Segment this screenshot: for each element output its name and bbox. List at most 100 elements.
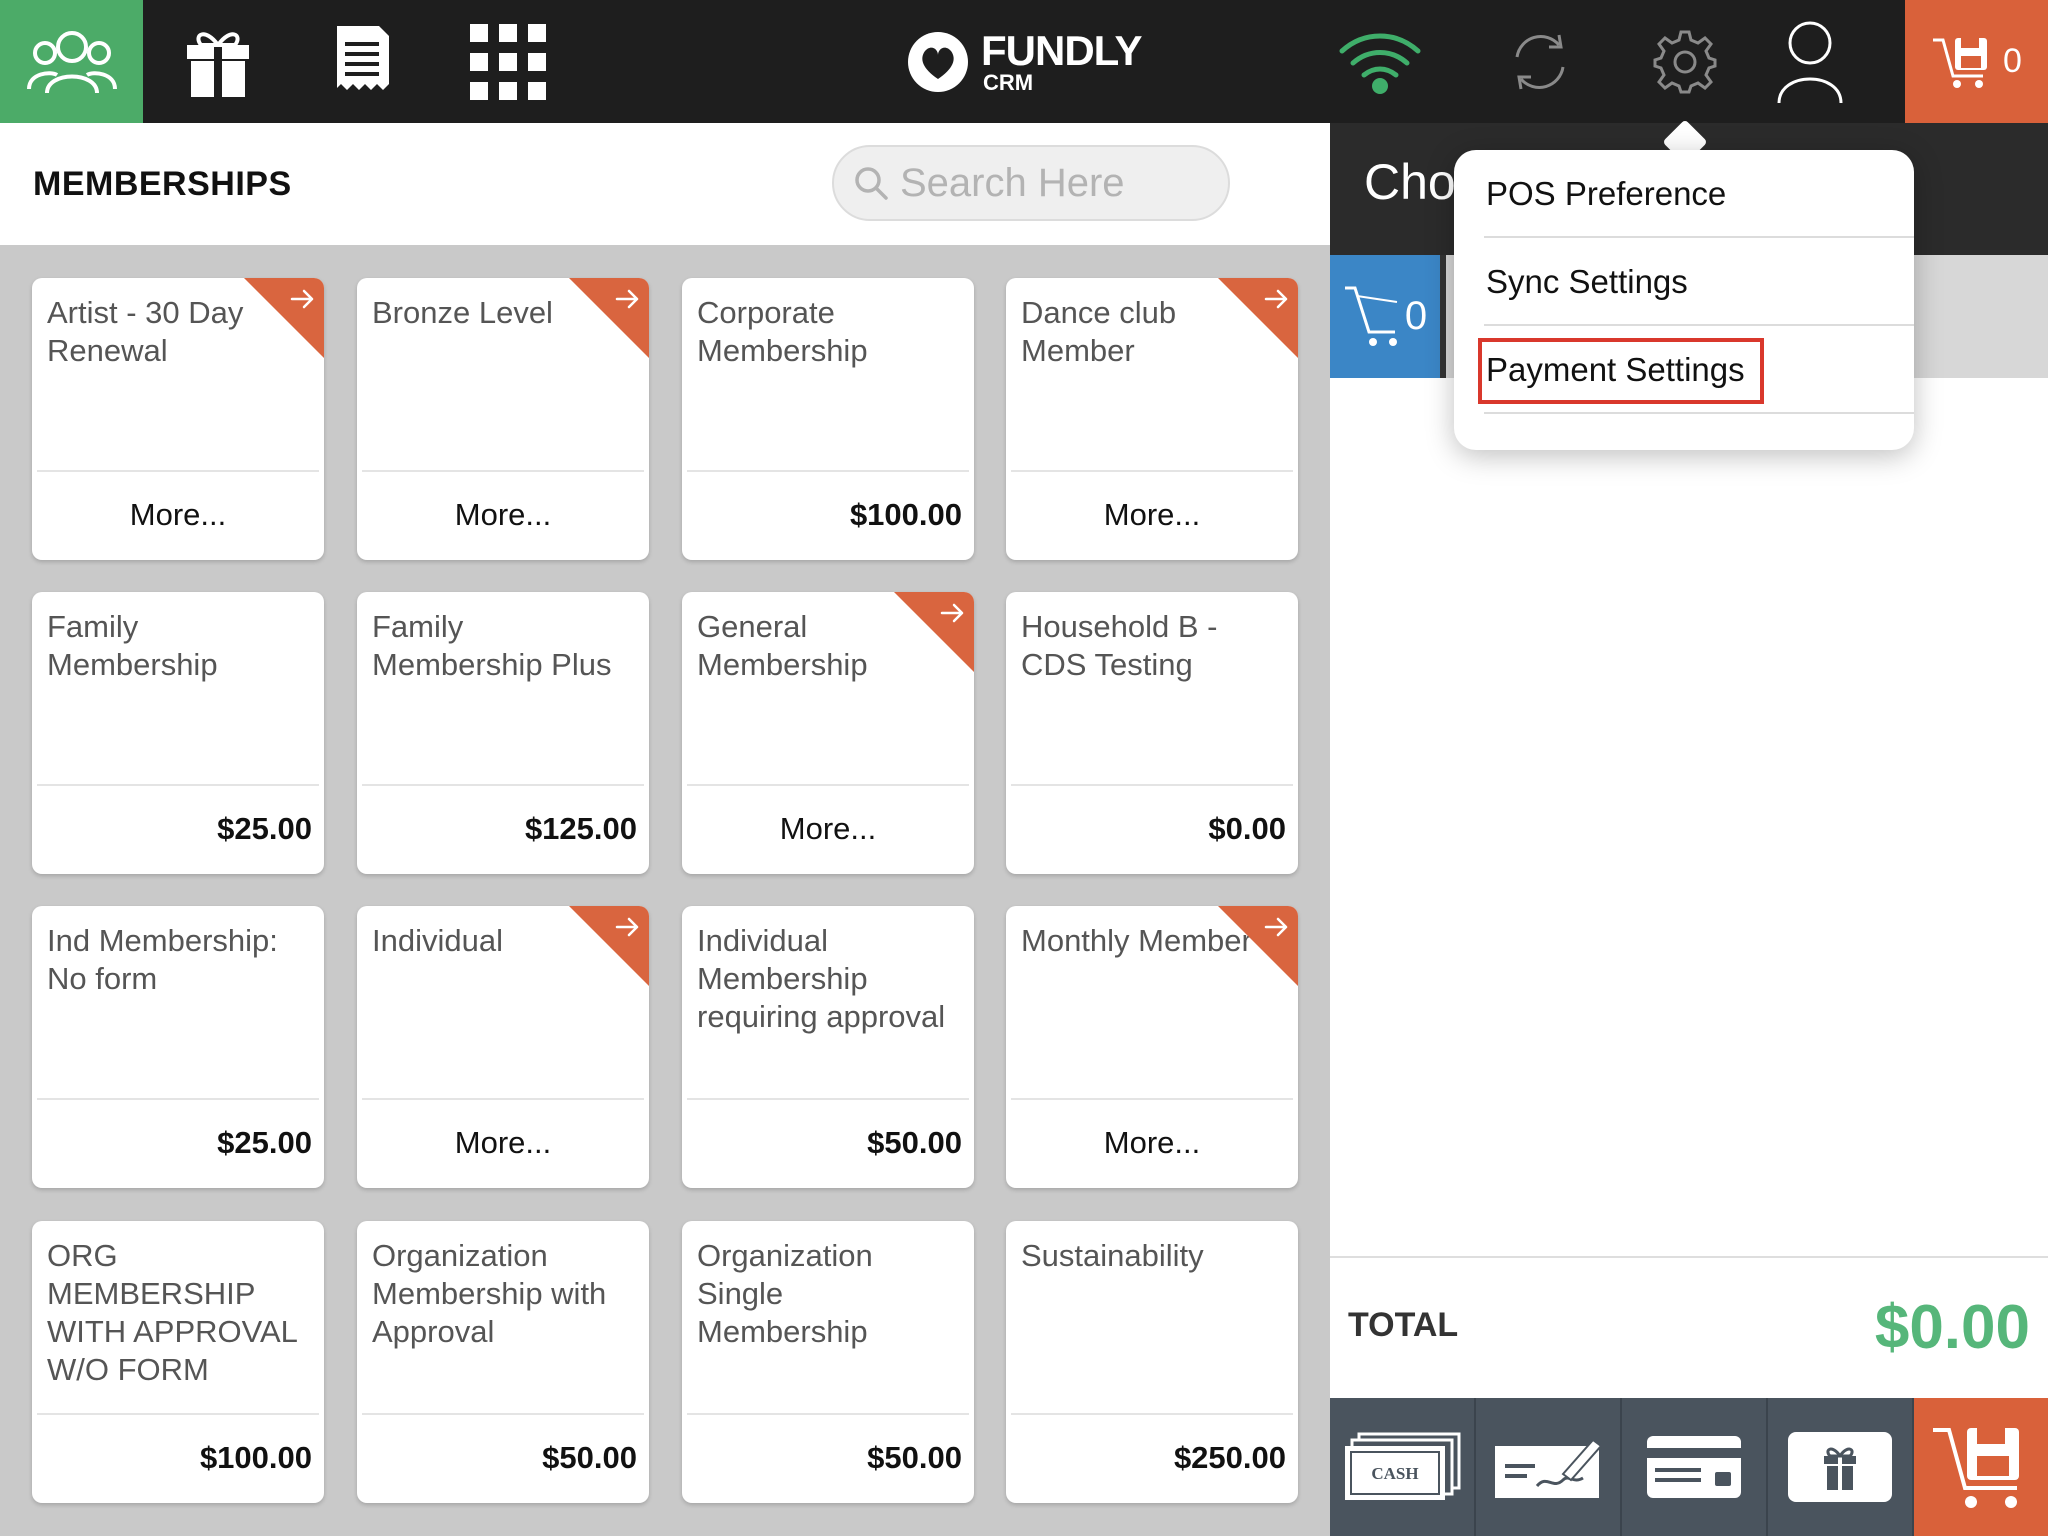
membership-card[interactable]: ORG MEMBERSHIP WITH APPROVAL W/O FORM $10… [32, 1221, 324, 1503]
membership-card[interactable]: Dance club Member More... [1006, 278, 1298, 560]
top-bar: FUNDLY CRM 0 [0, 0, 2048, 123]
pay-card-button[interactable] [1622, 1398, 1768, 1536]
membership-price: $50.00 [867, 1125, 962, 1160]
membership-name: Organization Membership with Approval [372, 1238, 607, 1349]
card-footer: $50.00 [357, 1413, 649, 1503]
save-cart-icon [1933, 1428, 2019, 1508]
arrow-right-icon [940, 603, 964, 623]
cart-tab[interactable]: 0 [1330, 255, 1440, 378]
receipts-nav-button[interactable] [305, 0, 420, 123]
membership-card[interactable]: Family Membership Plus $125.00 [357, 592, 649, 874]
cash-label: CASH [1371, 1464, 1418, 1483]
arrow-right-icon [615, 289, 639, 309]
card-footer: $250.00 [1006, 1413, 1298, 1503]
save-order-button[interactable] [1914, 1398, 2048, 1536]
more-options-link[interactable]: More... [357, 1125, 649, 1161]
wifi-icon [1339, 33, 1421, 94]
sync-icon [1515, 34, 1565, 89]
user-profile-button[interactable] [1750, 0, 1870, 123]
memberships-nav-button[interactable] [0, 0, 143, 123]
pay-cash-button[interactable]: CASH [1330, 1398, 1476, 1536]
top-cart-button[interactable]: 0 [1905, 0, 2048, 123]
page-title: MEMBERSHIPS [33, 165, 292, 203]
options-badge [569, 278, 649, 358]
membership-name: Household B - CDS Testing [1021, 609, 1218, 682]
total-value: $0.00 [1874, 1293, 2030, 1362]
brand-sub: CRM [983, 69, 1034, 95]
more-options-link[interactable]: More... [32, 497, 324, 533]
membership-card[interactable]: Individual More... [357, 906, 649, 1188]
search-icon [855, 167, 888, 200]
memberships-header: MEMBERSHIPS Search Here [0, 123, 1330, 245]
membership-card[interactable]: Corporate Membership $100.00 [682, 278, 974, 560]
card-footer: More... [1006, 470, 1298, 560]
gear-icon [1653, 30, 1717, 93]
more-options-link[interactable]: More... [1006, 497, 1298, 533]
more-options-link[interactable]: More... [682, 811, 974, 847]
membership-card[interactable]: General Membership More... [682, 592, 974, 874]
pay-check-button[interactable] [1476, 1398, 1622, 1536]
membership-card[interactable]: Sustainability $250.00 [1006, 1221, 1298, 1503]
card-footer: $50.00 [682, 1098, 974, 1188]
card-footer: $50.00 [682, 1413, 974, 1503]
membership-card[interactable]: Ind Membership: No form $25.00 [32, 906, 324, 1188]
options-badge [1218, 278, 1298, 358]
membership-card[interactable]: Household B - CDS Testing $0.00 [1006, 592, 1298, 874]
card-footer: $0.00 [1006, 784, 1298, 874]
membership-card[interactable]: Family Membership $25.00 [32, 592, 324, 874]
search-input[interactable]: Search Here [832, 145, 1230, 221]
brand-name: FUNDLY [981, 26, 1142, 74]
card-footer: More... [1006, 1098, 1298, 1188]
membership-name: ORG MEMBERSHIP WITH APPROVAL W/O FORM [47, 1238, 297, 1387]
more-options-link[interactable]: More... [357, 497, 649, 533]
settings-menu: POS Preference Sync Settings Payment Set… [1454, 150, 1914, 450]
cart-tab-count: 0 [1404, 294, 1428, 338]
membership-card[interactable]: Individual Membership requiring approval… [682, 906, 974, 1188]
cart-items-area [1330, 378, 2048, 1256]
payment-settings-highlight [1478, 338, 1764, 404]
cart-title: Cho [1364, 154, 1456, 210]
receipt-icon [336, 25, 389, 90]
membership-card[interactable]: Artist - 30 Day Renewal More... [32, 278, 324, 560]
membership-name: Family Membership [47, 609, 218, 682]
membership-name: Individual Membership requiring approval [697, 923, 946, 1034]
grid-icon [469, 23, 546, 100]
credit-card-icon [1647, 1436, 1741, 1498]
save-cart-icon [1933, 37, 1988, 88]
membership-price: $25.00 [217, 811, 312, 846]
settings-button[interactable] [1625, 0, 1745, 123]
menu-item-sync-settings[interactable]: Sync Settings [1486, 238, 1914, 326]
gifts-nav-button[interactable] [160, 0, 275, 123]
membership-card[interactable]: Organization Single Membership $50.00 [682, 1221, 974, 1503]
card-footer: $25.00 [32, 784, 324, 874]
card-footer: More... [357, 1098, 649, 1188]
tab-divider [1440, 255, 1446, 378]
membership-price: $25.00 [217, 1125, 312, 1160]
cart-icon [1344, 286, 1398, 346]
menu-divider [1484, 412, 1914, 414]
cash-icon: CASH [1345, 1432, 1461, 1500]
card-footer: $125.00 [357, 784, 649, 874]
membership-price: $100.00 [199, 1440, 312, 1475]
apps-grid-button[interactable] [450, 0, 565, 123]
card-footer: $100.00 [32, 1413, 324, 1503]
membership-name: Family Membership Plus [372, 609, 612, 682]
membership-card[interactable]: Bronze Level More... [357, 278, 649, 560]
user-icon [1777, 21, 1843, 103]
more-options-link[interactable]: More... [1006, 1125, 1298, 1161]
menu-item-pos-preference[interactable]: POS Preference [1486, 150, 1914, 238]
membership-price: $250.00 [1173, 1440, 1286, 1475]
membership-price: $0.00 [1208, 811, 1286, 846]
membership-card[interactable]: Monthly Member More... [1006, 906, 1298, 1188]
gift-icon [186, 31, 249, 97]
pay-gift-card-button[interactable] [1768, 1398, 1914, 1536]
connection-status-button[interactable] [1320, 0, 1440, 123]
membership-price: $100.00 [849, 497, 962, 532]
gift-card-icon [1788, 1432, 1892, 1502]
membership-card[interactable]: Organization Membership with Approval $50… [357, 1221, 649, 1503]
options-badge [894, 592, 974, 672]
sync-button[interactable] [1480, 0, 1600, 123]
card-footer: More... [357, 470, 649, 560]
search-placeholder: Search Here [900, 160, 1125, 205]
membership-price: $50.00 [867, 1440, 962, 1475]
